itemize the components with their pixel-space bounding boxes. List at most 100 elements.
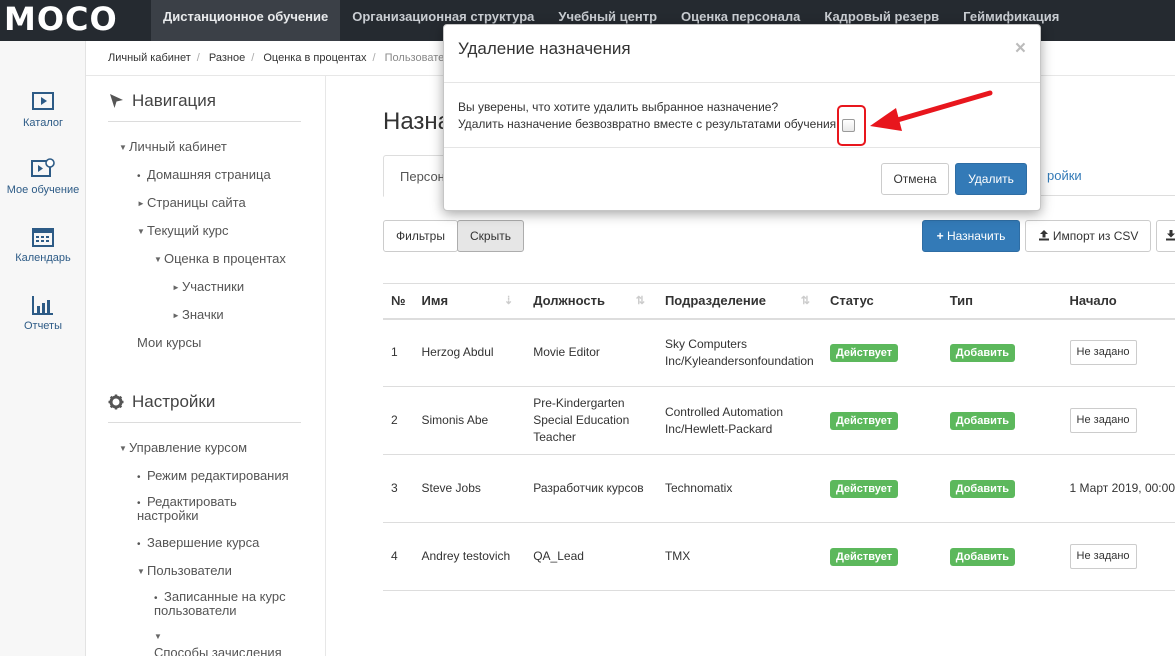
nav-personal-cabinet[interactable]: ▼ Личный кабинет bbox=[119, 139, 227, 154]
breadcrumb-item[interactable]: Оценка в процентах bbox=[263, 52, 366, 64]
breadcrumb-item[interactable]: Пользовател bbox=[385, 52, 451, 64]
nav-edit-mode[interactable]: • Режим редактирования bbox=[137, 468, 289, 483]
nav-enrolment-methods[interactable]: Способы зачисления bbox=[154, 645, 282, 656]
nav-item-label: Участники bbox=[182, 279, 245, 294]
topnav-distance-learning[interactable]: Дистанционное обучение bbox=[151, 0, 341, 41]
cell-type: Добавить bbox=[941, 454, 1062, 523]
divider bbox=[108, 422, 301, 423]
nav-item-label: Завершение курса bbox=[147, 535, 260, 550]
nav-course-management[interactable]: ▼ Управление курсом bbox=[119, 440, 247, 455]
cell-start: Не задано bbox=[1061, 522, 1175, 591]
cell-department: TMX bbox=[656, 522, 822, 591]
page-title: Назна bbox=[383, 108, 452, 135]
cell-name: Simonis Abe bbox=[413, 386, 526, 455]
rail-calendar[interactable]: Календарь bbox=[0, 226, 86, 264]
nav-enrolled-users-line2[interactable]: пользователи bbox=[154, 603, 237, 618]
close-icon[interactable]: × bbox=[1015, 38, 1026, 60]
rail-catalog[interactable]: Каталог bbox=[0, 91, 86, 129]
nav-home-page[interactable]: • Домашняя страница bbox=[137, 167, 271, 182]
sort-icon[interactable]: ⇅ bbox=[801, 294, 810, 307]
start-date-chip: Не задано bbox=[1069, 544, 1137, 569]
column-header-type: Тип bbox=[941, 283, 1062, 320]
nav-current-course[interactable]: ▼ Текущий курс bbox=[137, 223, 229, 238]
delete-permanently-label: Удалить назначение безвозвратно вместе с… bbox=[458, 117, 837, 131]
nav-item-label: Пользователи bbox=[147, 563, 232, 578]
cell-type: Добавить bbox=[941, 318, 1062, 387]
navigation-title: Навигация bbox=[132, 91, 216, 110]
nav-enrolment-methods-marker[interactable]: ▼ bbox=[154, 628, 164, 643]
nav-item-label: Редактировать bbox=[147, 494, 237, 509]
rail-my-learning[interactable]: Мое обучение bbox=[0, 158, 86, 196]
nav-item-label: Способы зачисления bbox=[154, 645, 282, 656]
nav-site-pages[interactable]: ► Страницы сайта bbox=[137, 195, 246, 210]
column-header-department[interactable]: Подразделение ⇅ bbox=[656, 283, 822, 320]
hide-button[interactable]: Скрыть bbox=[457, 220, 524, 252]
table-row[interactable]: 3 Steve Jobs Разработчик курсов Technoma… bbox=[383, 454, 1175, 523]
type-badge: Добавить bbox=[949, 343, 1015, 362]
cell-status: Действует bbox=[821, 386, 942, 455]
cell-department: Sky Computers Inc/Kyleandersonfoundation bbox=[656, 318, 822, 387]
dialog-title: Удаление назначения bbox=[458, 39, 631, 58]
nav-percent-grade[interactable]: ▼ Оценка в процентах bbox=[154, 251, 286, 266]
cell-status: Действует bbox=[821, 522, 942, 591]
catalog-icon bbox=[32, 92, 54, 110]
cell-status: Действует bbox=[821, 318, 942, 387]
rail-calendar-label: Календарь bbox=[15, 252, 71, 264]
import-csv-button[interactable]: Импорт из CSV bbox=[1025, 220, 1151, 252]
nav-enrolled-users[interactable]: • Записанные на курс bbox=[154, 589, 286, 604]
table-row[interactable]: 2 Simonis Abe Pre-Kindergarten Special E… bbox=[383, 386, 1175, 455]
cell-position: Movie Editor bbox=[525, 318, 657, 387]
table-header-row: № Имя ⇣ Должность ⇅ Подразделение ⇅ Статус … bbox=[383, 283, 1175, 320]
rail-reports[interactable]: Отчеты bbox=[0, 294, 86, 332]
table-row[interactable]: 4 Andrey testovich QA_Lead TMX Действует… bbox=[383, 522, 1175, 591]
column-header-name[interactable]: Имя ⇣ bbox=[413, 283, 526, 320]
start-date-chip: Не задано bbox=[1069, 340, 1137, 366]
nav-item-label: Значки bbox=[182, 307, 224, 322]
nav-badges[interactable]: ► Значки bbox=[172, 307, 224, 322]
sort-icon[interactable]: ⇅ bbox=[636, 294, 645, 307]
dialog-body: Вы уверены, что хотите удалить выбранное… bbox=[458, 99, 836, 133]
nav-item-label: настройки bbox=[137, 508, 199, 523]
nav-edit-settings[interactable]: • Редактировать bbox=[137, 494, 237, 509]
rail-my-learning-label: Мое обучение bbox=[6, 184, 80, 196]
cell-position: QA_Lead bbox=[525, 522, 657, 591]
moco-logo[interactable]: MOCO bbox=[4, 2, 146, 36]
cursor-arrow-icon bbox=[110, 94, 123, 108]
nav-course-completion[interactable]: • Завершение курса bbox=[137, 535, 259, 550]
tab-settings[interactable]: ройки bbox=[1031, 155, 1098, 197]
column-header-number: № bbox=[383, 283, 414, 320]
nav-participants[interactable]: ► Участники bbox=[172, 279, 244, 294]
cell-start: Не задано bbox=[1061, 386, 1175, 455]
nav-item-label: Текущий курс bbox=[147, 223, 229, 238]
cell-type: Добавить bbox=[941, 522, 1062, 591]
navigation-heading: Навигация bbox=[108, 91, 216, 111]
assign-button[interactable]: + Назначить bbox=[922, 220, 1020, 252]
cell-position: Pre-Kindergarten Special Education Teach… bbox=[525, 386, 657, 455]
nav-item-label: Оценка в процентах bbox=[164, 251, 286, 266]
nav-edit-settings-line2[interactable]: настройки bbox=[137, 508, 199, 523]
annotation-arrow-icon bbox=[870, 90, 993, 131]
rail-catalog-label: Каталог bbox=[23, 117, 63, 129]
import-label: Импорт из CSV bbox=[1052, 229, 1139, 243]
sort-desc-icon[interactable]: ⇣ bbox=[504, 294, 513, 307]
breadcrumb-item[interactable]: Разное bbox=[209, 52, 245, 64]
breadcrumb-item[interactable]: Личный кабинет bbox=[108, 52, 191, 64]
cell-position: Разработчик курсов bbox=[525, 454, 657, 523]
filters-button[interactable]: Фильтры bbox=[383, 220, 458, 252]
cell-department: Controlled Automation Inc/Hewlett-Packar… bbox=[656, 386, 822, 455]
status-badge: Действует bbox=[829, 479, 899, 498]
nav-item-label: Мои курсы bbox=[137, 335, 202, 350]
nav-item-label: Страницы сайта bbox=[147, 195, 246, 210]
nav-my-courses[interactable]: Мои курсы bbox=[137, 335, 201, 350]
cancel-button[interactable]: Отмена bbox=[881, 163, 949, 195]
nav-users[interactable]: ▼ Пользователи bbox=[137, 563, 232, 578]
table-row[interactable]: 1 Herzog Abdul Movie Editor Sky Computer… bbox=[383, 318, 1175, 387]
rail-reports-label: Отчеты bbox=[23, 320, 63, 332]
export-button[interactable] bbox=[1156, 220, 1175, 252]
delete-button[interactable]: Удалить bbox=[955, 163, 1027, 195]
download-icon bbox=[1166, 230, 1175, 241]
column-header-position[interactable]: Должность ⇅ bbox=[525, 283, 657, 320]
dialog-header: Удаление назначения × bbox=[444, 25, 1040, 83]
start-date-chip: Не задано bbox=[1069, 408, 1137, 433]
settings-heading: Настройки bbox=[108, 392, 215, 412]
